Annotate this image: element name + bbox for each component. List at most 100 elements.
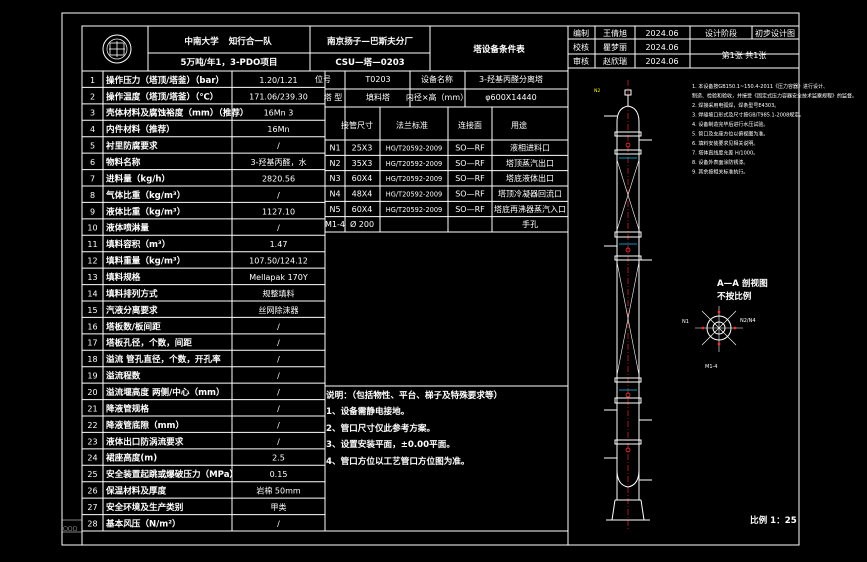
nozzle-id: N4 [329,189,340,198]
param-name: 裙座高度(m) [106,452,157,464]
stage-label: 设计阶段 [705,28,737,38]
nozzle-use: 塔底再沸器蒸汽入口 [494,204,566,214]
param-row: 23 液体出口防涡流要求 / [87,435,280,447]
param-row: 18 溢流 管孔直径，个数，开孔率 / [87,353,280,365]
equipment-name-value: 3-羟基丙醛分离塔 [479,74,543,84]
param-name: 基本风压（N/m²） [105,517,181,529]
param-no: 19 [87,372,97,381]
param-name: 汽液分离要求 [106,304,158,316]
note-4: 4、管口方位以工艺管口方位图为准。 [326,455,469,467]
param-name: 降液管底隙（mm） [106,419,184,431]
param-name: 溢流堰高度 两侧/中心（mm） [106,386,225,398]
param-row: 27 安全环境及生产类别 甲类 [87,501,286,513]
nozzle-size: 48X4 [352,189,373,198]
stage-value: 初步设计图 [755,28,795,38]
param-name: 物料名称 [106,156,141,168]
param-value: / [277,404,280,413]
notes-title: 说明：（包括物性、平台、梯子及特殊要求等） [326,389,502,401]
param-value: 规整填料 [263,288,295,298]
signer-1: 王倩旭 [603,28,627,38]
param-no: 3 [90,109,95,118]
param-value: 岩棉 50mm [256,486,301,496]
param-row: 21 降液管规格 / [87,402,280,414]
nozzle-row: N3 60X4 HG/T20592-2009 SO—RF 塔底液体出口 [329,173,554,183]
section-view-label: A—A 剖视图 [717,277,768,289]
param-row: 17 塔板孔径，个数，间距 / [87,337,280,349]
nozzle-size: 60X4 [352,205,373,214]
param-name: 操作压力（塔顶/塔釜）（bar） [106,74,224,86]
nozzle-col-face: 连接面 [458,120,482,130]
param-value: 2.5 [272,454,285,463]
param-row: 25 安全装置起跳或爆破压力（MPa） 0.15 [87,468,287,480]
param-no: 11 [87,240,97,249]
param-name: 降液管规格 [106,402,149,414]
param-value: Mellapak 170Y [249,273,308,282]
param-row: 9 液体比重（kg/m³） 1127.10 [90,205,295,217]
requirement-line: 3. 焊缝坡口形式及尺寸按GB/T985.1-2008规定。 [692,112,804,119]
param-value: 16Mn 3 [264,109,294,118]
tower-top-tag: N2 [594,88,600,94]
role-check: 校核 [573,42,589,52]
document-type: 塔设备条件表 [473,43,525,55]
section-dim-right: N2/N4 [740,318,756,324]
param-name: 保温材料及厚度 [105,485,167,497]
signer-3: 赵欣瑞 [603,56,627,66]
sheet-info: 第1张 共1张 [722,50,767,60]
param-value: 107.50/124.12 [249,257,308,266]
param-row: 19 溢流程数 / [87,370,280,382]
param-value: / [277,421,280,430]
nozzle-col-size: 接管尺寸 [341,120,373,130]
section-dim-left: N1 [682,319,689,325]
param-row: 3 壳体材料及腐蚀裕度（mm）（推荐） 16Mn 3 [90,107,293,119]
param-name: 塔板数/板间距 [106,320,161,332]
nozzle-standard: HG/T20592-2009 [386,175,442,183]
param-no: 28 [87,519,97,528]
param-row: 26 保温材料及厚度 岩棉 50mm [87,485,300,497]
notes-block: 说明：（包括物性、平台、梯子及特殊要求等） 1、设备需静电接地。 2、管口尺寸仅… [326,389,502,467]
param-value: / [277,388,280,397]
tower-elevation-drawing: N2 [594,80,652,530]
param-row: 7 进料量（kg/h） 2820.56 [90,172,295,184]
param-no: 8 [90,191,95,200]
drawing-scale: 比例 1：25 [750,514,797,526]
requirement-line: 5. 管口及支座方位以俯视图为准。 [692,131,768,138]
param-name: 液体出口防涡流要求 [106,435,184,447]
nozzle-row: N4 48X4 HG/T20592-2009 SO—RF 塔顶冷凝器回流口 [329,188,562,198]
date-3: 2024.06 [645,57,678,66]
param-no: 7 [90,174,95,183]
equipment-name-label: 设备名称 [421,74,453,84]
cad-viewport[interactable]: ▢▢▢ 中南大学 知行合一队 南京扬子—巴斯夫分厂 5万吨/年1，3-PDO项目 … [0,0,867,562]
param-row: 20 溢流堰高度 两侧/中心（mm） / [87,386,280,398]
nozzle-id: N1 [329,143,340,152]
nozzle-face: SO—RF [455,159,485,168]
param-row: 5 衬里防腐要求 / [90,140,280,152]
param-name: 填料规格 [106,271,141,283]
nozzle-use: 液相进料口 [510,142,550,152]
param-row: 10 液体喷淋量 / [87,222,280,234]
param-value: / [277,322,280,331]
requirement-line: 7. 塔体直线度允差 H/1000。 [692,150,758,157]
nozzle-size: 60X4 [352,174,373,183]
param-value: 171.06/239.30 [249,92,308,101]
param-value: 3-羟基丙醛，水 [251,157,307,167]
param-no: 20 [87,388,97,397]
param-no: 12 [87,257,97,266]
param-value: / [277,142,280,151]
param-name: 填料排列方式 [106,287,158,299]
nozzle-face: SO—RF [455,189,485,198]
param-no: 14 [87,289,97,298]
param-no: 10 [87,224,97,233]
param-value: / [277,191,280,200]
dimension-value: φ600X14440 [485,93,536,102]
param-row: 6 物料名称 3-羟基丙醛，水 [90,156,307,168]
nozzle-use: 塔顶冷凝器回流口 [498,188,562,198]
param-no: 18 [87,355,97,364]
dimension-label: 内径×高（mm） [406,92,468,102]
param-row: 16 塔板数/板间距 / [87,320,280,332]
university-team: 中南大学 知行合一队 [184,35,272,47]
param-name: 安全装置起跳或爆破压力（MPa） [106,468,238,480]
param-no: 1 [90,76,95,85]
param-row: 13 填料规格 Mellapak 170Y [87,271,307,283]
param-row: 8 气体比重（kg/m³） / [90,189,280,201]
company-name: 南京扬子—巴斯夫分厂 [327,35,413,47]
